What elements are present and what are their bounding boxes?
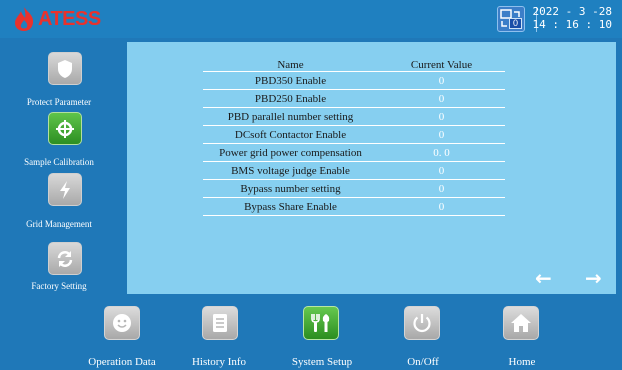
- power-icon: [413, 314, 431, 333]
- parameter-table: Name Current Value PBD350 Enable 0 PBD25…: [203, 58, 505, 216]
- system-setup-button[interactable]: [303, 306, 339, 340]
- on-off-button[interactable]: [404, 306, 440, 340]
- nav-label: Home: [508, 356, 536, 368]
- operation-data-button[interactable]: [104, 306, 140, 340]
- parameter-value[interactable]: 0: [378, 75, 505, 87]
- home-icon: [511, 314, 531, 332]
- sidebar-item-label: Grid Management: [26, 219, 92, 229]
- parameter-value[interactable]: 0: [378, 111, 505, 123]
- parameter-name: DCsoft Contactor Enable: [234, 128, 347, 141]
- shield-icon: [58, 59, 72, 78]
- parameter-value[interactable]: 0: [378, 93, 505, 105]
- table-row[interactable]: BMS voltage judge Enable 0: [203, 162, 505, 180]
- sidebar-item-label: Factory Setting: [31, 281, 87, 291]
- logo: ATESS: [11, 6, 101, 32]
- nav-label: On/Off: [407, 356, 439, 368]
- clock: 2022 - 3 -28 14 : 16 : 10: [533, 5, 612, 31]
- alarm-count-badge: 0: [509, 18, 522, 29]
- parameter-name: Bypass Share Enable: [244, 200, 337, 213]
- clock-time: 14 : 16 : 10: [532, 18, 612, 31]
- table-row[interactable]: PBD250 Enable 0: [203, 90, 505, 108]
- sidebar-button-grid-management[interactable]: [48, 173, 82, 206]
- parameter-name: PBD parallel number setting: [227, 110, 354, 123]
- history-info-button[interactable]: [202, 306, 238, 340]
- tools-icon: [311, 314, 330, 332]
- home-button[interactable]: [503, 306, 539, 340]
- target-icon: [56, 119, 74, 138]
- document-icon: [213, 314, 227, 332]
- next-page-arrow-icon[interactable]: →: [585, 266, 602, 290]
- sidebar-button-protect-parameter[interactable]: [48, 52, 82, 85]
- table-header: Name Current Value: [203, 58, 505, 72]
- parameter-value[interactable]: 0: [378, 165, 505, 177]
- column-header-name: Name: [277, 58, 304, 71]
- parameter-name: PBD250 Enable: [254, 92, 327, 105]
- sidebar-button-sample-calibration[interactable]: [48, 112, 82, 145]
- parameter-value[interactable]: 0: [378, 129, 505, 141]
- bottom-nav: Operation Data History Info System Setup: [0, 296, 622, 370]
- nav-label: History Info: [191, 356, 247, 368]
- parameter-value[interactable]: 0. 0: [378, 147, 505, 159]
- prev-page-arrow-icon[interactable]: ←: [535, 266, 552, 290]
- parameter-name: PBD350 Enable: [254, 74, 327, 87]
- sidebar-item-label: Protect Parameter: [26, 97, 92, 107]
- sidebar-button-factory-setting[interactable]: [48, 242, 82, 275]
- nav-label: System Setup: [291, 356, 353, 368]
- parameter-name: Power grid power compensation: [219, 146, 362, 159]
- sidebar-item-label: Sample Calibration: [24, 157, 94, 167]
- column-header-value: Current Value: [410, 58, 473, 71]
- refresh-icon: [57, 250, 73, 267]
- parameter-value[interactable]: 0: [378, 201, 505, 213]
- alarm-button[interactable]: 0: [497, 6, 525, 32]
- parameter-panel: Name Current Value PBD350 Enable 0 PBD25…: [127, 42, 616, 294]
- sidebar: Protect Parameter Sample Calibration Gri…: [0, 38, 118, 294]
- top-bar: ATESS 0 2022 - 3 -28 14 : 16 : 10: [0, 0, 622, 38]
- parameter-value[interactable]: 0: [378, 183, 505, 195]
- parameter-name: Bypass number setting: [240, 182, 341, 195]
- lightning-icon: [60, 180, 70, 199]
- nav-label: Operation Data: [88, 356, 156, 368]
- table-row[interactable]: DCsoft Contactor Enable 0: [203, 126, 505, 144]
- flame-logo-icon: [15, 7, 34, 31]
- table-row[interactable]: PBD350 Enable 0: [203, 72, 505, 90]
- table-row[interactable]: PBD parallel number setting 0: [203, 108, 505, 126]
- parameter-name: BMS voltage judge Enable: [231, 164, 350, 177]
- table-row[interactable]: Bypass number setting 0: [203, 180, 505, 198]
- table-row[interactable]: Bypass Share Enable 0: [203, 198, 505, 216]
- logo-text: ATESS: [38, 7, 101, 30]
- smiley-icon: [113, 314, 131, 332]
- clock-date: 2022 - 3 -28: [532, 5, 612, 18]
- table-row[interactable]: Power grid power compensation 0. 0: [203, 144, 505, 162]
